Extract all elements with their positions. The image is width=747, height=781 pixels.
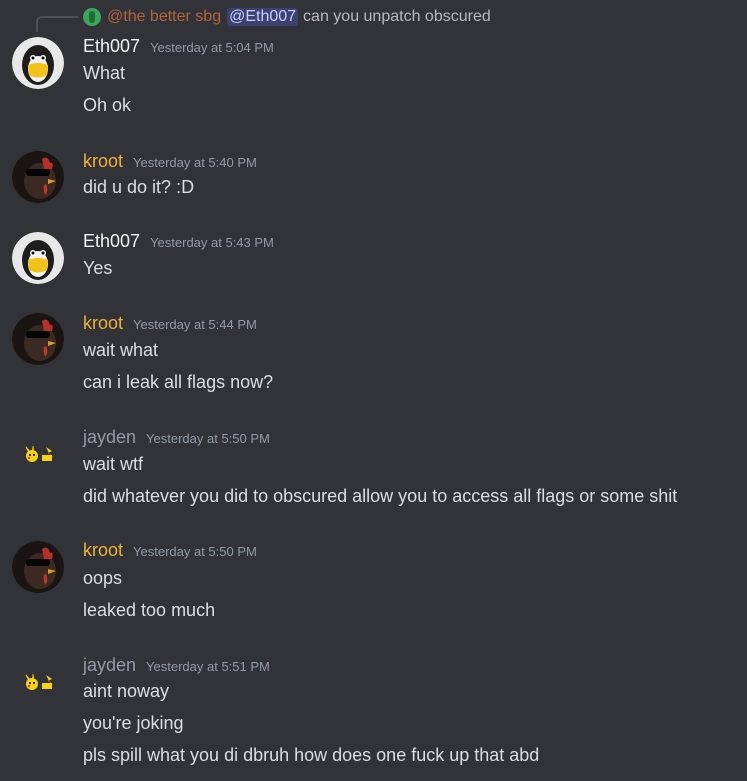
message-text: Oh ok — [83, 95, 132, 115]
message-text: wait wtf — [83, 454, 144, 474]
message-author[interactable]: kroot — [83, 151, 123, 172]
chat-message-list: @the better sbg @Eth007 can you unpatch … — [0, 0, 747, 781]
message-author[interactable]: Eth007 — [83, 36, 140, 57]
message-text: did u do it? :D — [83, 177, 195, 197]
reply-author[interactable]: @the better sbg — [107, 8, 221, 26]
message-text: What — [83, 63, 126, 83]
message-text: can i leak all flags now? — [83, 372, 274, 392]
reply-mention[interactable]: @Eth007 — [227, 8, 299, 26]
message-text: aint noway — [83, 681, 170, 701]
reply-connector — [36, 16, 78, 32]
reply-text: can you unpatch obscured — [303, 8, 491, 25]
message-timestamp: Yesterday at 5:44 PM — [133, 317, 257, 332]
message-author[interactable]: kroot — [83, 313, 123, 334]
message-text: leaked too much — [83, 600, 216, 620]
message-author[interactable]: Eth007 — [83, 231, 140, 252]
message-text: you're joking — [83, 713, 184, 733]
message-text: did whatever you did to obscured allow y… — [83, 486, 678, 506]
message-text: pls spill what you di dbruh how does one… — [83, 745, 540, 765]
message-author[interactable]: jayden — [83, 655, 136, 676]
message-timestamp: Yesterday at 5:43 PM — [150, 235, 274, 250]
message-author[interactable]: jayden — [83, 427, 136, 448]
pikachu-avatar[interactable] — [22, 441, 58, 465]
rooster-sunglasses-avatar[interactable] — [12, 313, 64, 365]
penguin-mask-avatar[interactable] — [12, 232, 64, 284]
message-text: oops — [83, 568, 123, 588]
message-timestamp: Yesterday at 5:50 PM — [146, 431, 270, 446]
message-timestamp: Yesterday at 5:50 PM — [133, 544, 257, 559]
reply-avatar-icon — [83, 8, 101, 26]
message-timestamp: Yesterday at 5:51 PM — [146, 659, 270, 674]
pikachu-avatar[interactable] — [22, 669, 58, 693]
rooster-sunglasses-avatar[interactable] — [12, 151, 64, 203]
penguin-mask-avatar[interactable] — [12, 37, 64, 89]
message-author[interactable]: kroot — [83, 540, 123, 561]
message-timestamp: Yesterday at 5:40 PM — [133, 155, 257, 170]
message-text: wait what — [83, 340, 159, 360]
rooster-sunglasses-avatar[interactable] — [12, 541, 64, 593]
message-text: Yes — [83, 258, 113, 278]
message-timestamp: Yesterday at 5:04 PM — [150, 40, 274, 55]
reply-preview[interactable]: @the better sbg @Eth007 can you unpatch … — [83, 6, 491, 28]
